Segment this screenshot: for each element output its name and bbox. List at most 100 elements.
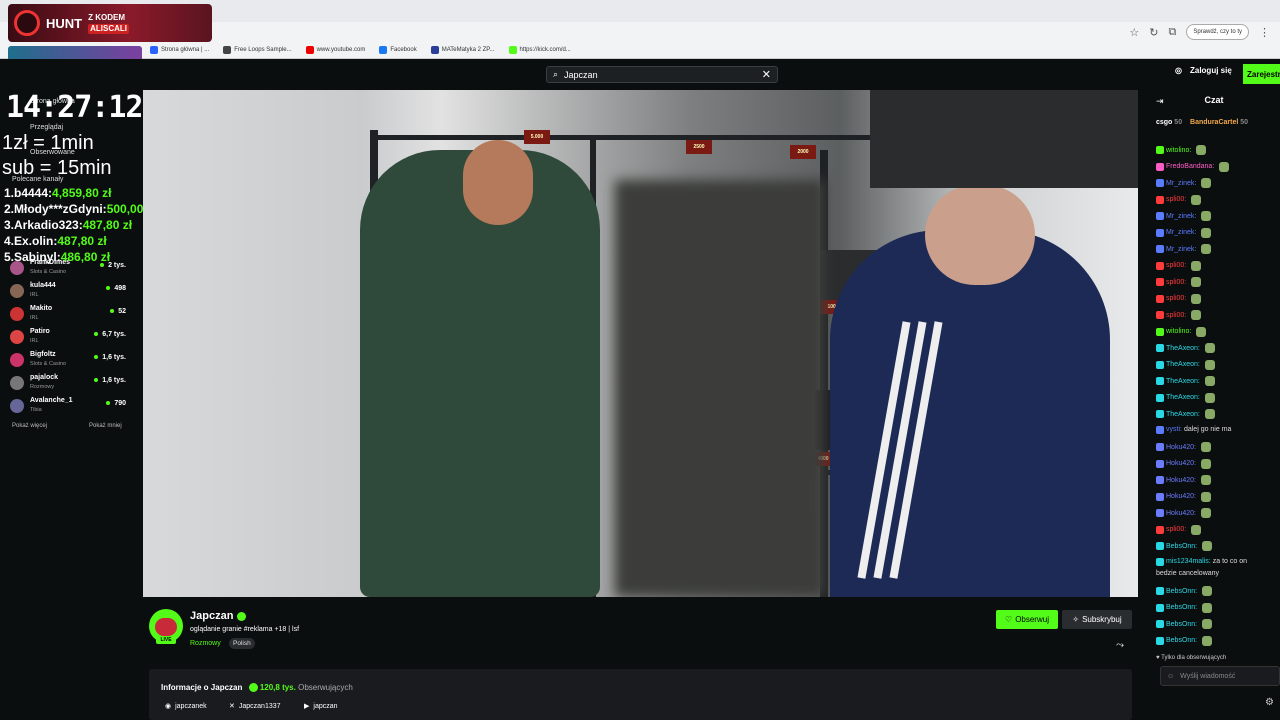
address-bar-icons: ☆ ↻ ⧉ Sprawdź, czy to ty ⋮: [1129, 22, 1270, 42]
sidebar-channel[interactable]: Patiro IRL 6,7 tys.: [10, 327, 138, 349]
chat-username[interactable]: BebsOnn:: [1166, 621, 1197, 628]
chat-username[interactable]: witolino:: [1166, 328, 1191, 335]
emote-icon: [1202, 541, 1213, 551]
globe-icon[interactable]: ◎: [1175, 66, 1182, 75]
chat-username[interactable]: spli00:: [1166, 279, 1186, 286]
profile-search-pill[interactable]: Sprawdź, czy to ty: [1186, 24, 1249, 40]
chat-username[interactable]: Hoku420:: [1166, 444, 1196, 451]
chat-username[interactable]: TheAxeon:: [1166, 345, 1200, 352]
chat-message: witolino:: [1156, 145, 1207, 155]
chat-username[interactable]: BebsOnn:: [1166, 637, 1197, 644]
chat-username[interactable]: Hoku420:: [1166, 460, 1196, 467]
emote-icon: [1202, 602, 1213, 613]
verified-icon: [237, 611, 247, 621]
social-youtube[interactable]: ▶ japczan: [304, 702, 338, 711]
share-icon[interactable]: ⤳: [1116, 640, 1124, 651]
stream-category[interactable]: Rozmowy: [190, 640, 221, 647]
chat-username[interactable]: Hoku420:: [1166, 477, 1196, 484]
chat-username[interactable]: FredoBandana:: [1166, 163, 1214, 170]
chat-username[interactable]: BebsOnn:: [1166, 604, 1197, 611]
chat-message: TheAxeon:: [1156, 409, 1215, 419]
bookmark-item[interactable]: MATeMatyka 2 ZP...: [430, 46, 495, 54]
channel-category: IRL: [30, 338, 39, 344]
chat-message: Hoku420:: [1156, 475, 1211, 485]
chat-placeholder: Wyślij wiadomość: [1180, 672, 1236, 680]
follow-button[interactable]: ♡ Obserwuj: [996, 610, 1058, 629]
sidebar-channel[interactable]: pajalock Rozmowy 1,6 tys.: [10, 373, 138, 395]
search-input[interactable]: ⌕ Japczan ✕: [546, 66, 778, 83]
social-x[interactable]: ✕ Japczan1337: [229, 702, 281, 711]
chat-username[interactable]: BebsOnn:: [1166, 588, 1197, 595]
gear-icon[interactable]: ⚙: [1265, 697, 1274, 708]
channel-name: kula444: [30, 282, 56, 289]
sidebar-item-browse[interactable]: Przeglądaj: [30, 124, 63, 131]
chat-message: Hoku420:: [1156, 442, 1211, 452]
avatar: [10, 376, 24, 390]
bookmark-label: www.youtube.com: [316, 47, 366, 53]
social-instagram[interactable]: ◉ japczanek: [165, 702, 207, 711]
chat-message: BebsOnn:: [1156, 635, 1213, 646]
sidebar-channel[interactable]: Bigfoltz Slots & Casino 1,6 tys.: [10, 350, 138, 372]
chat-username[interactable]: spli00:: [1166, 262, 1186, 269]
show-less-button[interactable]: Pokaż mniej: [89, 423, 122, 429]
chat-username[interactable]: mis1234malis:: [1166, 558, 1211, 565]
promo-brand: HUNT: [46, 15, 83, 31]
sidebar-channel[interactable]: kula444 IRL 498: [10, 281, 138, 303]
badge-icon: [1156, 195, 1164, 204]
bookmark-item[interactable]: Free Loops Sample...: [223, 46, 292, 54]
chat-input[interactable]: ☺ Wyślij wiadomość: [1160, 666, 1280, 686]
subscribe-button[interactable]: ✧ Subskrybuj: [1062, 610, 1132, 629]
chat-message: FredoBandana:: [1156, 161, 1230, 172]
chat-username[interactable]: spli00:: [1166, 196, 1186, 203]
about-panel: [149, 669, 1132, 720]
register-button[interactable]: Zarejestruj: [1243, 64, 1280, 84]
bookmark-item[interactable]: Strona główna | ...: [150, 46, 209, 54]
chat-username[interactable]: TheAxeon:: [1166, 378, 1200, 385]
person-head: [925, 185, 1035, 285]
chat-username[interactable]: spli00:: [1166, 295, 1186, 302]
badge-icon: [1156, 620, 1164, 628]
emote-icon: [1191, 260, 1202, 271]
badge-icon: [1156, 525, 1164, 534]
sidebar-channel[interactable]: Makito IRL 52: [10, 304, 138, 326]
chat-username[interactable]: witolino:: [1166, 147, 1191, 154]
menu-icon[interactable]: ⋮: [1259, 26, 1270, 39]
chat-username[interactable]: Hoku420:: [1166, 493, 1196, 500]
chat-username[interactable]: Mr_zinek:: [1166, 213, 1196, 220]
channel-name[interactable]: Japczan: [190, 610, 247, 622]
chat-username[interactable]: vysti:: [1166, 426, 1182, 433]
chat-username[interactable]: TheAxeon:: [1166, 361, 1200, 368]
refresh-icon[interactable]: ↻: [1149, 26, 1158, 39]
bookmark-item[interactable]: www.youtube.com: [305, 46, 366, 54]
star-icon[interactable]: ☆: [1129, 26, 1139, 39]
chat-username[interactable]: spli00:: [1166, 526, 1186, 533]
login-button[interactable]: Zaloguj się: [1190, 66, 1232, 75]
bookmark-item[interactable]: https://kick.com/d...: [508, 46, 571, 54]
chat-username[interactable]: TheAxeon:: [1166, 411, 1200, 418]
clear-icon[interactable]: ✕: [762, 68, 771, 81]
bookmark-icon: [305, 46, 314, 54]
chat-username[interactable]: Mr_zinek:: [1166, 180, 1196, 187]
bookmark-item[interactable]: Facebook: [379, 46, 417, 54]
emote-icon: [1201, 178, 1212, 188]
emote-icon: [1196, 326, 1207, 337]
chat-message: TheAxeon:: [1156, 392, 1215, 403]
chat-username[interactable]: TheAxeon:: [1166, 394, 1200, 401]
chat-username[interactable]: Hoku420:: [1166, 510, 1196, 517]
sidebar-channel[interactable]: Avalanche_1 Tibia 790: [10, 396, 138, 418]
language-tag[interactable]: Polish: [229, 638, 255, 649]
chat-username[interactable]: Mr_zinek:: [1166, 246, 1196, 253]
chat-message: spli00:: [1156, 194, 1202, 205]
chat-username[interactable]: BebsOnn:: [1166, 543, 1197, 550]
chat-message: Mr_zinek:: [1156, 244, 1212, 254]
show-more-button[interactable]: Pokaż więcej: [12, 423, 47, 429]
extensions-icon[interactable]: ⧉: [1168, 26, 1176, 39]
ranking-entry: 4.Ex.olin:487,80 zł: [4, 234, 107, 248]
viewer-count: 1,6 tys.: [94, 377, 126, 384]
chat-username[interactable]: spli00:: [1166, 312, 1186, 319]
emoji-icon[interactable]: ☺: [1167, 673, 1174, 680]
chat-username[interactable]: Mr_zinek:: [1166, 229, 1196, 236]
pinned-count: 50: [1174, 119, 1183, 126]
badge-icon: [1156, 344, 1164, 352]
channel-name: Bigfoltz: [30, 351, 56, 358]
